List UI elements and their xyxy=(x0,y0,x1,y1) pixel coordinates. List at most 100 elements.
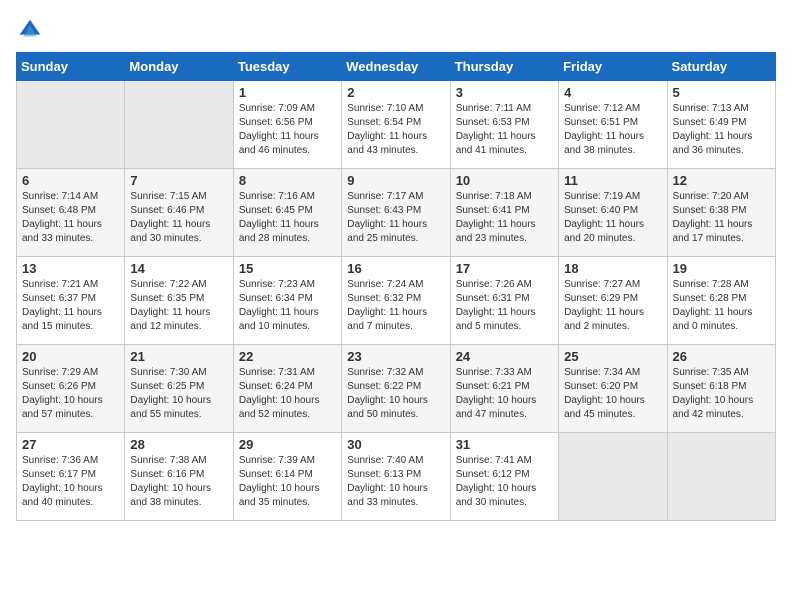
day-number: 7 xyxy=(130,173,227,188)
calendar-cell xyxy=(125,81,233,169)
calendar-cell: 22 Sunrise: 7:31 AMSunset: 6:24 PMDayligh… xyxy=(233,345,341,433)
day-detail: Sunrise: 7:13 AMSunset: 6:49 PMDaylight:… xyxy=(673,102,770,158)
day-number: 17 xyxy=(456,261,553,276)
day-detail: Sunrise: 7:15 AMSunset: 6:46 PMDaylight:… xyxy=(130,190,227,246)
calendar-cell: 1Sunrise: 7:09 AMSunset: 6:56 PMDaylight… xyxy=(233,81,341,169)
page-header xyxy=(16,16,776,44)
day-number: 29 xyxy=(239,437,336,452)
day-detail: Sunrise: 7:18 AMSunset: 6:41 PMDaylight:… xyxy=(456,190,553,246)
calendar-cell xyxy=(17,81,125,169)
day-detail: Sunrise: 7:38 AMSunset: 6:16 PMDaylight:… xyxy=(130,454,227,510)
week-row-5: 27Sunrise: 7:36 AMSunset: 6:17 PMDayligh… xyxy=(17,433,776,521)
day-number: 5 xyxy=(673,85,770,100)
calendar-cell: 25Sunrise: 7:34 AMSunset: 6:20 PMDayligh… xyxy=(559,345,667,433)
day-number: 26 xyxy=(673,349,770,364)
day-detail: Sunrise: 7:19 AMSunset: 6:40 PMDaylight:… xyxy=(564,190,661,246)
day-detail: Sunrise: 7:14 AMSunset: 6:48 PMDaylight:… xyxy=(22,190,119,246)
day-detail: Sunrise: 7:31 AMSunset: 6:24 PMDaylight:… xyxy=(239,366,336,422)
week-row-2: 6 Sunrise: 7:14 AMSunset: 6:48 PMDaylight… xyxy=(17,169,776,257)
day-number: 8 xyxy=(239,173,336,188)
week-row-4: 20 Sunrise: 7:29 AMSunset: 6:26 PMDayligh… xyxy=(17,345,776,433)
calendar-cell: 10 Sunrise: 7:18 AMSunset: 6:41 PMDayligh… xyxy=(450,169,558,257)
calendar-cell: 12 Sunrise: 7:20 AMSunset: 6:38 PMDayligh… xyxy=(667,169,775,257)
calendar-cell: 2 Sunrise: 7:10 AMSunset: 6:54 PMDaylight… xyxy=(342,81,450,169)
day-detail: Sunrise: 7:26 AMSunset: 6:31 PMDaylight:… xyxy=(456,278,553,334)
day-detail: Sunrise: 7:33 AMSunset: 6:21 PMDaylight:… xyxy=(456,366,553,422)
day-number: 20 xyxy=(22,349,119,364)
calendar-cell: 23 Sunrise: 7:32 AMSunset: 6:22 PMDayligh… xyxy=(342,345,450,433)
day-detail: Sunrise: 7:20 AMSunset: 6:38 PMDaylight:… xyxy=(673,190,770,246)
day-number: 15 xyxy=(239,261,336,276)
day-detail: Sunrise: 7:35 AMSunset: 6:18 PMDaylight:… xyxy=(673,366,770,422)
day-number: 10 xyxy=(456,173,553,188)
day-number: 28 xyxy=(130,437,227,452)
calendar-cell: 27Sunrise: 7:36 AMSunset: 6:17 PMDayligh… xyxy=(17,433,125,521)
day-number: 21 xyxy=(130,349,227,364)
calendar-table: SundayMondayTuesdayWednesdayThursdayFrid… xyxy=(16,52,776,521)
day-number: 18 xyxy=(564,261,661,276)
calendar-cell: 15 Sunrise: 7:23 AMSunset: 6:34 PMDayligh… xyxy=(233,257,341,345)
day-number: 14 xyxy=(130,261,227,276)
calendar-cell: 21 Sunrise: 7:30 AMSunset: 6:25 PMDayligh… xyxy=(125,345,233,433)
day-detail: Sunrise: 7:29 AMSunset: 6:26 PMDaylight:… xyxy=(22,366,119,422)
day-number: 6 xyxy=(22,173,119,188)
day-number: 16 xyxy=(347,261,444,276)
calendar-cell: 18Sunrise: 7:27 AMSunset: 6:29 PMDayligh… xyxy=(559,257,667,345)
calendar-cell xyxy=(559,433,667,521)
day-detail: Sunrise: 7:30 AMSunset: 6:25 PMDaylight:… xyxy=(130,366,227,422)
calendar-cell: 3 Sunrise: 7:11 AMSunset: 6:53 PMDaylight… xyxy=(450,81,558,169)
calendar-cell: 9Sunrise: 7:17 AMSunset: 6:43 PMDaylight… xyxy=(342,169,450,257)
day-detail: Sunrise: 7:11 AMSunset: 6:53 PMDaylight:… xyxy=(456,102,553,158)
calendar-cell: 20 Sunrise: 7:29 AMSunset: 6:26 PMDayligh… xyxy=(17,345,125,433)
calendar-cell: 6 Sunrise: 7:14 AMSunset: 6:48 PMDaylight… xyxy=(17,169,125,257)
day-header-monday: Monday xyxy=(125,53,233,81)
day-number: 13 xyxy=(22,261,119,276)
week-row-3: 13 Sunrise: 7:21 AMSunset: 6:37 PMDayligh… xyxy=(17,257,776,345)
day-header-wednesday: Wednesday xyxy=(342,53,450,81)
calendar-cell: 30 Sunrise: 7:40 AMSunset: 6:13 PMDayligh… xyxy=(342,433,450,521)
calendar-cell xyxy=(667,433,775,521)
day-number: 25 xyxy=(564,349,661,364)
day-number: 3 xyxy=(456,85,553,100)
day-detail: Sunrise: 7:39 AMSunset: 6:14 PMDaylight:… xyxy=(239,454,336,510)
header-row: SundayMondayTuesdayWednesdayThursdayFrid… xyxy=(17,53,776,81)
day-header-saturday: Saturday xyxy=(667,53,775,81)
calendar-cell: 7 Sunrise: 7:15 AMSunset: 6:46 PMDaylight… xyxy=(125,169,233,257)
logo xyxy=(16,16,48,44)
calendar-cell: 29 Sunrise: 7:39 AMSunset: 6:14 PMDayligh… xyxy=(233,433,341,521)
calendar-cell: 16 Sunrise: 7:24 AMSunset: 6:32 PMDayligh… xyxy=(342,257,450,345)
day-detail: Sunrise: 7:10 AMSunset: 6:54 PMDaylight:… xyxy=(347,102,444,158)
day-detail: Sunrise: 7:21 AMSunset: 6:37 PMDaylight:… xyxy=(22,278,119,334)
calendar-cell: 5 Sunrise: 7:13 AMSunset: 6:49 PMDaylight… xyxy=(667,81,775,169)
day-detail: Sunrise: 7:17 AMSunset: 6:43 PMDaylight:… xyxy=(347,190,444,246)
calendar-cell: 4 Sunrise: 7:12 AMSunset: 6:51 PMDaylight… xyxy=(559,81,667,169)
day-detail: Sunrise: 7:40 AMSunset: 6:13 PMDaylight:… xyxy=(347,454,444,510)
calendar-cell: 11 Sunrise: 7:19 AMSunset: 6:40 PMDayligh… xyxy=(559,169,667,257)
day-number: 30 xyxy=(347,437,444,452)
day-number: 31 xyxy=(456,437,553,452)
day-number: 12 xyxy=(673,173,770,188)
calendar-cell: 24 Sunrise: 7:33 AMSunset: 6:21 PMDayligh… xyxy=(450,345,558,433)
calendar-cell: 19 Sunrise: 7:28 AMSunset: 6:28 PMDayligh… xyxy=(667,257,775,345)
day-number: 24 xyxy=(456,349,553,364)
day-number: 22 xyxy=(239,349,336,364)
day-number: 11 xyxy=(564,173,661,188)
day-detail: Sunrise: 7:09 AMSunset: 6:56 PMDaylight:… xyxy=(239,102,336,158)
day-detail: Sunrise: 7:24 AMSunset: 6:32 PMDaylight:… xyxy=(347,278,444,334)
calendar-cell: 14Sunrise: 7:22 AMSunset: 6:35 PMDayligh… xyxy=(125,257,233,345)
day-detail: Sunrise: 7:12 AMSunset: 6:51 PMDaylight:… xyxy=(564,102,661,158)
day-header-friday: Friday xyxy=(559,53,667,81)
day-detail: Sunrise: 7:32 AMSunset: 6:22 PMDaylight:… xyxy=(347,366,444,422)
calendar-cell: 17 Sunrise: 7:26 AMSunset: 6:31 PMDayligh… xyxy=(450,257,558,345)
calendar-cell: 28 Sunrise: 7:38 AMSunset: 6:16 PMDayligh… xyxy=(125,433,233,521)
calendar-cell: 8Sunrise: 7:16 AMSunset: 6:45 PMDaylight… xyxy=(233,169,341,257)
day-number: 2 xyxy=(347,85,444,100)
calendar-cell: 13 Sunrise: 7:21 AMSunset: 6:37 PMDayligh… xyxy=(17,257,125,345)
day-number: 23 xyxy=(347,349,444,364)
day-detail: Sunrise: 7:28 AMSunset: 6:28 PMDaylight:… xyxy=(673,278,770,334)
day-number: 4 xyxy=(564,85,661,100)
day-number: 19 xyxy=(673,261,770,276)
day-number: 27 xyxy=(22,437,119,452)
calendar-cell: 26 Sunrise: 7:35 AMSunset: 6:18 PMDayligh… xyxy=(667,345,775,433)
day-detail: Sunrise: 7:23 AMSunset: 6:34 PMDaylight:… xyxy=(239,278,336,334)
